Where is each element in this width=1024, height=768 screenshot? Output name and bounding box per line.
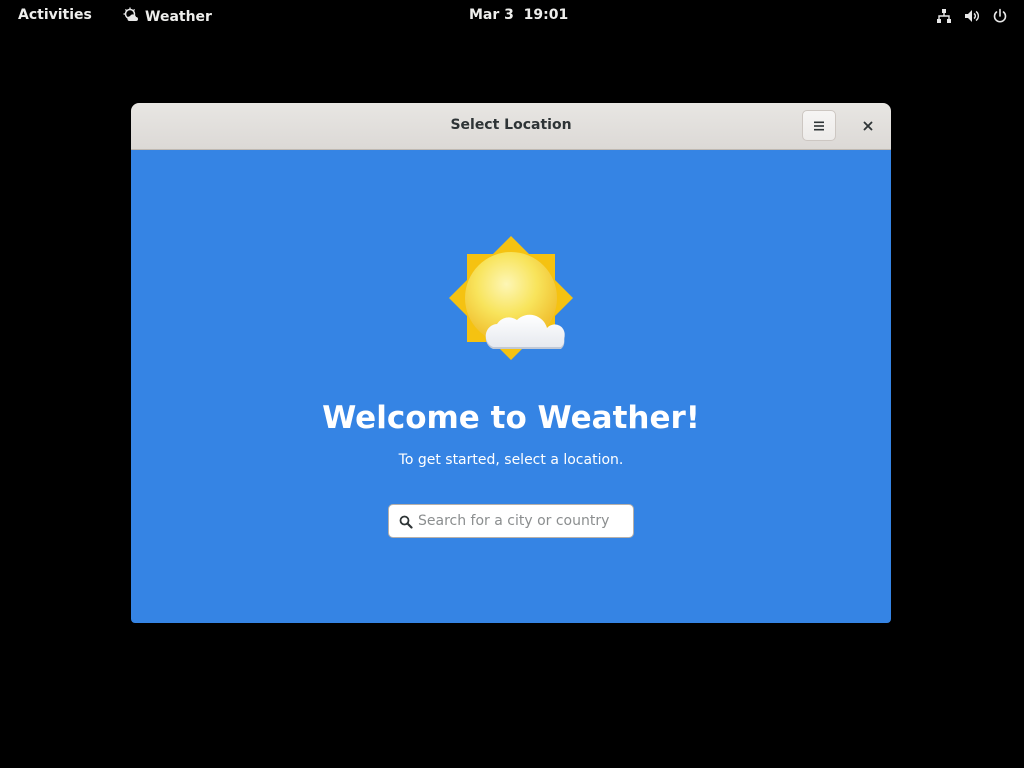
- header-bar: Select Location: [131, 103, 891, 150]
- volume-icon: [964, 8, 980, 24]
- main-menu-button[interactable]: [802, 110, 836, 141]
- activities-button[interactable]: Activities: [18, 7, 92, 23]
- power-icon: [992, 8, 1008, 24]
- system-status-area[interactable]: [936, 8, 1008, 24]
- welcome-title: Welcome to Weather!: [322, 400, 700, 436]
- top-bar: Activities Weather Mar 3 19:01: [0, 0, 1024, 32]
- network-wired-icon: [936, 8, 952, 24]
- hamburger-menu-icon: [813, 116, 825, 135]
- search-icon: [399, 514, 413, 533]
- app-menu-label: Weather: [145, 9, 212, 25]
- welcome-page: Welcome to Weather! To get started, sele…: [131, 150, 891, 623]
- window-title: Select Location: [450, 117, 572, 133]
- welcome-subtitle: To get started, select a location.: [398, 452, 624, 468]
- close-button[interactable]: [851, 110, 885, 141]
- weather-window: Select Location Welcome to Weather! To g…: [131, 103, 891, 623]
- weather-app-icon: [123, 7, 139, 27]
- app-menu[interactable]: Weather: [123, 7, 212, 27]
- search-input[interactable]: [418, 505, 626, 537]
- close-icon: [863, 116, 873, 135]
- location-search-entry[interactable]: [388, 504, 634, 538]
- weather-few-clouds-icon: [449, 236, 573, 360]
- clock[interactable]: Mar 3 19:01: [469, 7, 568, 23]
